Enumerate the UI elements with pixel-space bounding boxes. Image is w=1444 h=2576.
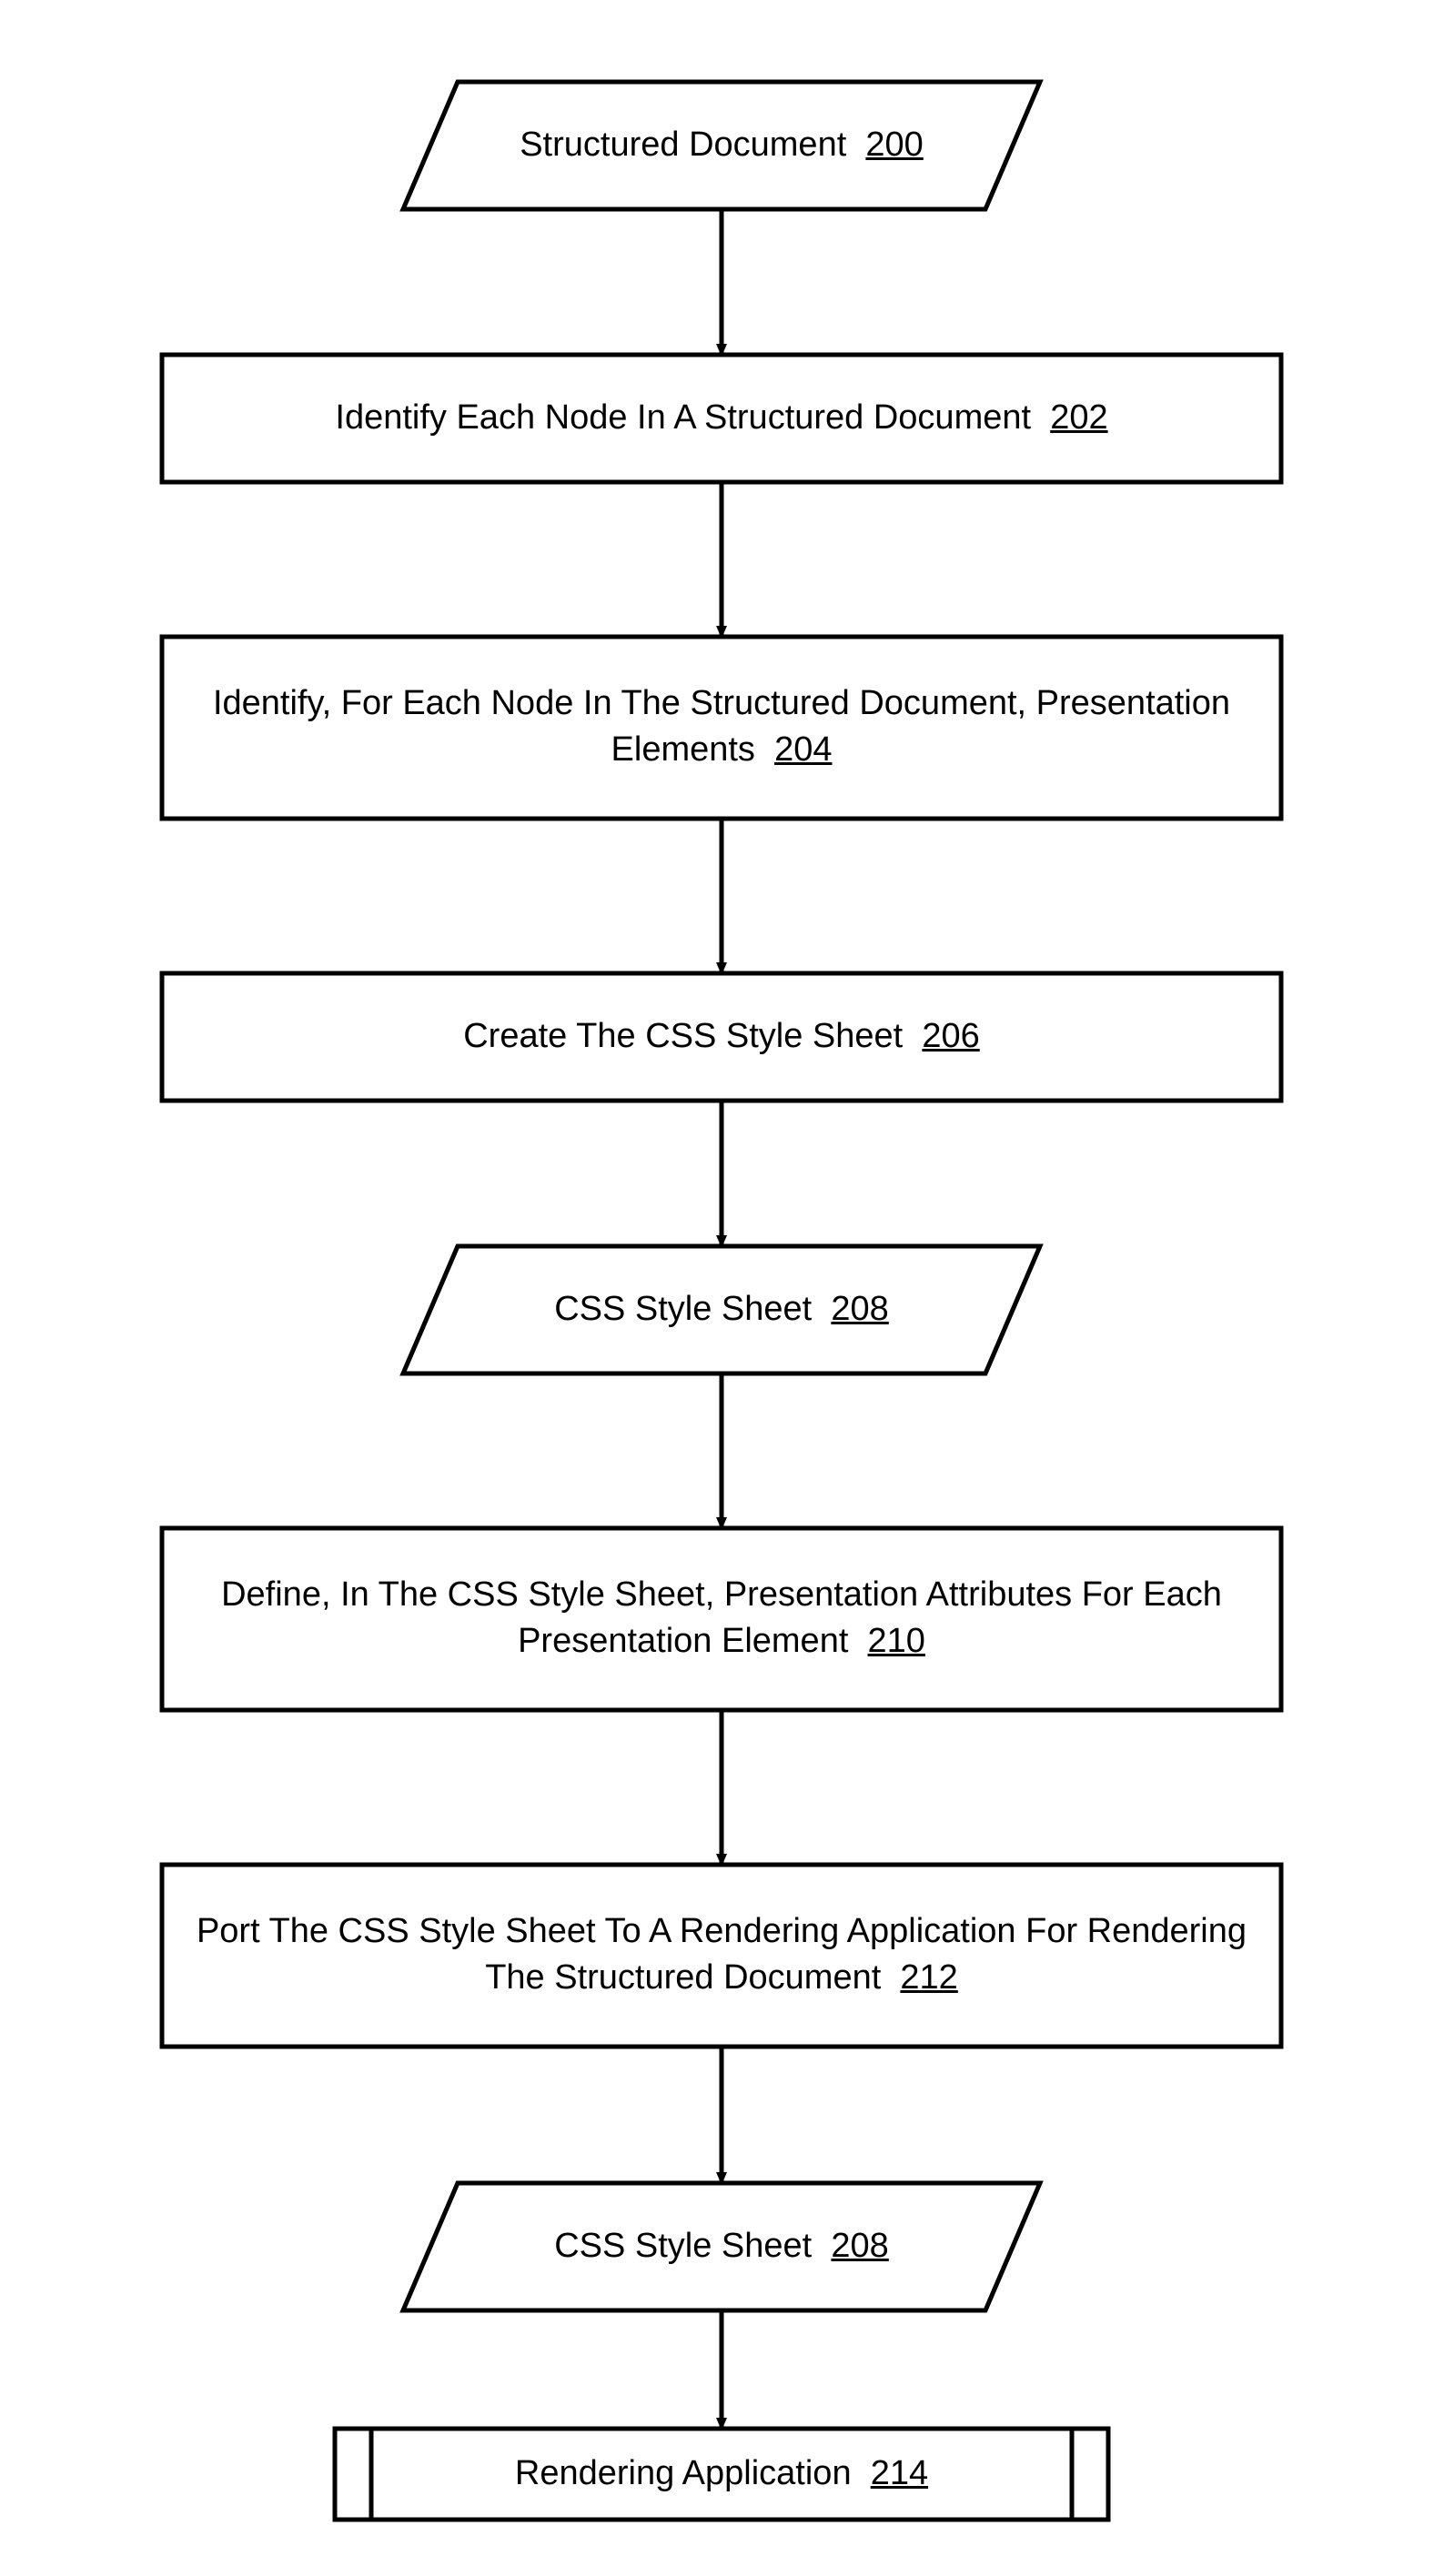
node-text: CSS Style Sheet (554, 1290, 812, 1328)
node-ref: 208 (831, 2227, 888, 2265)
node-text: Create The CSS Style Sheet (463, 1017, 903, 1055)
node-text: Rendering Application (515, 2454, 852, 2492)
node-ref: 202 (1050, 398, 1107, 437)
node-ref: 204 (774, 730, 832, 769)
node-ref: 208 (831, 1290, 888, 1328)
node-label-n206: Create The CSS Style Sheet 206 (162, 1013, 1281, 1060)
node-text: Define, In The CSS Style Sheet, Presenta… (221, 1575, 1222, 1660)
node-text: Port The CSS Style Sheet To A Rendering … (197, 1912, 1247, 1997)
node-text: Structured Document (520, 126, 846, 164)
node-text: Identify, For Each Node In The Structure… (213, 684, 1230, 769)
node-label-n204: Identify, For Each Node In The Structure… (180, 680, 1263, 774)
node-label-n214: Rendering Application 214 (335, 2450, 1108, 2497)
flowchart: Structured Document 200 Identify Each No… (0, 0, 1444, 2576)
node-text: CSS Style Sheet (554, 2227, 812, 2265)
node-label-n212: Port The CSS Style Sheet To A Rendering … (180, 1908, 1263, 2002)
node-label-n202: Identify Each Node In A Structured Docum… (162, 395, 1281, 441)
node-ref: 206 (922, 1017, 979, 1055)
node-ref: 212 (900, 1958, 957, 1997)
node-text: Identify Each Node In A Structured Docum… (335, 398, 1031, 437)
node-label-n208b: CSS Style Sheet 208 (403, 2223, 1040, 2269)
node-label-n200: Structured Document 200 (403, 122, 1040, 168)
node-ref: 210 (868, 1622, 925, 1660)
node-label-n208: CSS Style Sheet 208 (403, 1286, 1040, 1333)
node-label-n210: Define, In The CSS Style Sheet, Presenta… (180, 1572, 1263, 1665)
node-ref: 200 (865, 126, 923, 164)
node-ref: 214 (871, 2454, 928, 2492)
